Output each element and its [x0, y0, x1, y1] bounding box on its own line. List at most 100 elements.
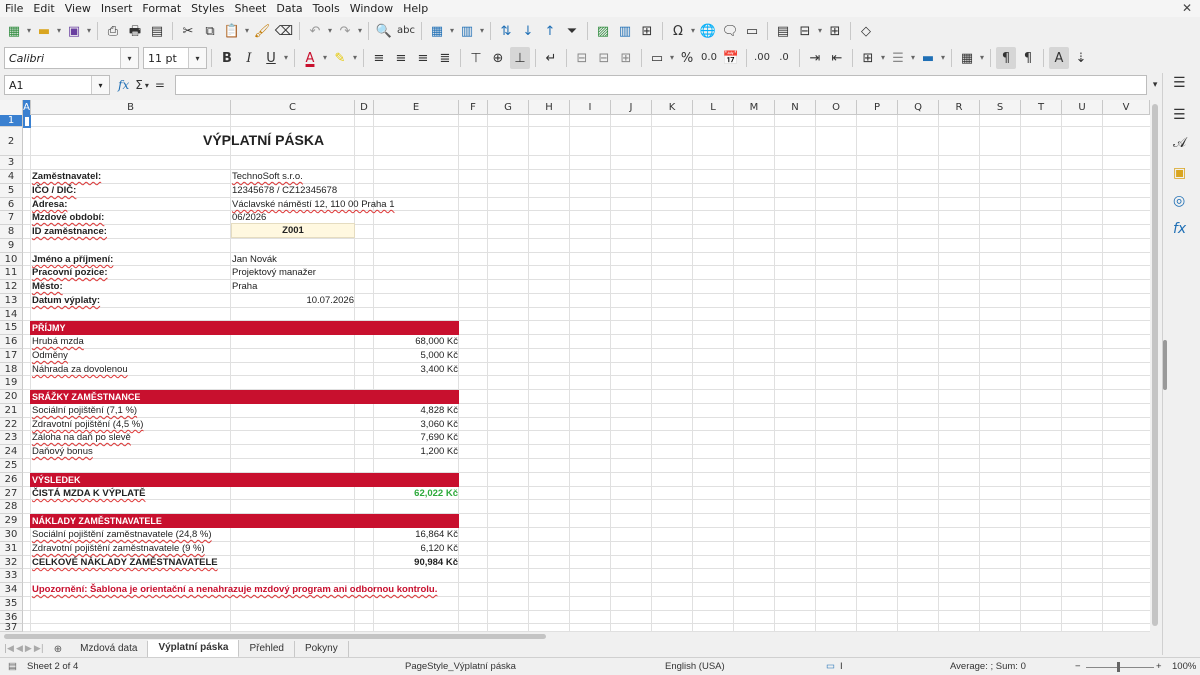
hyperlink-icon[interactable]: 🌐: [698, 20, 718, 42]
first-sheet-icon[interactable]: |◀: [4, 644, 14, 654]
undo-icon[interactable]: ↶: [305, 20, 325, 42]
close-document-icon[interactable]: ✕: [1182, 1, 1192, 15]
row-header[interactable]: 22: [0, 418, 23, 431]
clear-formatting-icon[interactable]: ⌫: [274, 20, 294, 42]
header-footer-icon[interactable]: ▭: [742, 20, 762, 42]
borders-dropdown-icon[interactable]: ▾: [879, 47, 887, 69]
column-header[interactable]: T: [1021, 100, 1062, 115]
text-horizontal-icon[interactable]: A: [1049, 47, 1069, 69]
column-header[interactable]: B: [31, 100, 231, 115]
percent-format-button[interactable]: %: [677, 47, 697, 69]
row-header[interactable]: 8: [0, 225, 23, 239]
column-header[interactable]: I: [570, 100, 611, 115]
define-print-area-icon[interactable]: ▤: [773, 20, 793, 42]
insert-image-icon[interactable]: ▨: [593, 20, 613, 42]
column-header[interactable]: Q: [898, 100, 939, 115]
unmerge-cells-icon[interactable]: ⊞: [616, 47, 636, 69]
row-header[interactable]: 29: [0, 514, 23, 528]
redo-icon[interactable]: ↷: [335, 20, 355, 42]
row-header[interactable]: 21: [0, 404, 23, 418]
menu-file[interactable]: File: [0, 0, 28, 17]
freeze-rows-columns-icon[interactable]: ⊟: [795, 20, 815, 42]
text-vertical-icon[interactable]: ⇣: [1071, 47, 1091, 69]
border-style-icon[interactable]: ☰: [888, 47, 908, 69]
row-header[interactable]: 17: [0, 349, 23, 363]
borders-icon[interactable]: ⊞: [858, 47, 878, 69]
wrap-text-icon[interactable]: ↵: [541, 47, 561, 69]
expand-formula-bar-icon[interactable]: ▾: [1153, 80, 1158, 90]
find-replace-icon[interactable]: 🔍: [374, 20, 394, 42]
navigator-icon[interactable]: ◎: [1173, 193, 1185, 209]
chevron-down-icon[interactable]: ▾: [91, 76, 109, 94]
align-top-icon[interactable]: ⊤: [466, 47, 486, 69]
horizontal-scroll-thumb[interactable]: [4, 634, 546, 639]
column-icon[interactable]: ▥: [457, 20, 477, 42]
column-header[interactable]: J: [611, 100, 652, 115]
vertical-scroll-thumb[interactable]: [1152, 104, 1158, 626]
tab-prehled[interactable]: Přehled: [239, 641, 295, 657]
spreadsheet-grid[interactable]: A B C D E F G H I J K L M N O P Q R S T …: [0, 100, 1160, 632]
show-draw-functions-icon[interactable]: ◇: [856, 20, 876, 42]
styles-icon[interactable]: 𝒜: [1173, 135, 1186, 151]
sort-icon[interactable]: ⇅: [496, 20, 516, 42]
horizontal-scrollbar[interactable]: [0, 632, 1160, 640]
undo-dropdown-icon[interactable]: ▾: [326, 20, 334, 42]
italic-button[interactable]: I: [239, 47, 259, 69]
row-header[interactable]: 28: [0, 500, 23, 514]
row-header[interactable]: 23: [0, 431, 23, 445]
row-header[interactable]: 14: [0, 308, 23, 321]
save-dropdown-icon[interactable]: ▾: [85, 20, 93, 42]
row-header[interactable]: 24: [0, 445, 23, 459]
column-header[interactable]: H: [529, 100, 570, 115]
insert-chart-icon[interactable]: ▥: [615, 20, 635, 42]
menu-data[interactable]: Data: [271, 0, 307, 17]
comment-icon[interactable]: 🗨: [720, 20, 740, 42]
row-header[interactable]: 9: [0, 239, 23, 253]
column-header[interactable]: G: [488, 100, 529, 115]
add-sheet-icon[interactable]: ⊕: [46, 644, 70, 655]
sidebar-menu-icon[interactable]: ☰: [1173, 75, 1186, 91]
column-header[interactable]: F: [459, 100, 488, 115]
tab-vyplatni-paska[interactable]: Výplatní páska: [148, 640, 240, 658]
menu-edit[interactable]: Edit: [28, 0, 59, 17]
align-right-icon[interactable]: ≡: [413, 47, 433, 69]
print-preview-icon[interactable]: ▤: [147, 20, 167, 42]
name-box[interactable]: A1 ▾: [4, 75, 110, 95]
underline-dropdown-icon[interactable]: ▾: [282, 47, 290, 69]
number-format-button[interactable]: 0.0: [699, 47, 719, 69]
delete-decimal-icon[interactable]: .0: [774, 47, 794, 69]
select-all-corner[interactable]: [0, 100, 23, 115]
font-color-icon[interactable]: A: [300, 47, 320, 69]
function-wizard-icon[interactable]: fx: [118, 78, 129, 92]
row-header[interactable]: 15: [0, 321, 23, 335]
row-header[interactable]: 33: [0, 569, 23, 583]
highlight-dropdown-icon[interactable]: ▾: [351, 47, 359, 69]
paste-dropdown-icon[interactable]: ▾: [243, 20, 251, 42]
add-decimal-button[interactable]: .00: [752, 47, 772, 69]
zoom-out-button[interactable]: −: [1075, 661, 1081, 672]
row-header[interactable]: 11: [0, 266, 23, 280]
open-dropdown-icon[interactable]: ▾: [55, 20, 63, 42]
properties-icon[interactable]: ☰: [1173, 107, 1186, 123]
pivot-table-icon[interactable]: ⊞: [637, 20, 657, 42]
tab-mzdova-data[interactable]: Mzdová data: [70, 641, 149, 657]
row-header[interactable]: 34: [0, 583, 23, 597]
align-bottom-icon[interactable]: ⊥: [510, 47, 530, 69]
bold-button[interactable]: B: [217, 47, 237, 69]
rtl-direction-icon[interactable]: ¶: [1018, 47, 1038, 69]
sum-icon[interactable]: Σ: [135, 78, 143, 92]
column-header[interactable]: L: [693, 100, 734, 115]
justify-icon[interactable]: ≣: [435, 47, 455, 69]
next-sheet-icon[interactable]: ▶: [25, 644, 32, 654]
column-dropdown-icon[interactable]: ▾: [478, 20, 486, 42]
export-pdf-icon[interactable]: ⎙: [103, 20, 123, 42]
open-folder-icon[interactable]: ▬: [34, 20, 54, 42]
row-header[interactable]: 12: [0, 280, 23, 294]
split-window-icon[interactable]: ⊞: [825, 20, 845, 42]
formula-icon[interactable]: =: [155, 78, 165, 92]
column-header[interactable]: A: [23, 100, 31, 115]
align-left-icon[interactable]: ≡: [369, 47, 389, 69]
row-header[interactable]: 10: [0, 253, 23, 266]
row-header[interactable]: 32: [0, 556, 23, 569]
currency-format-icon[interactable]: ▭: [647, 47, 667, 69]
